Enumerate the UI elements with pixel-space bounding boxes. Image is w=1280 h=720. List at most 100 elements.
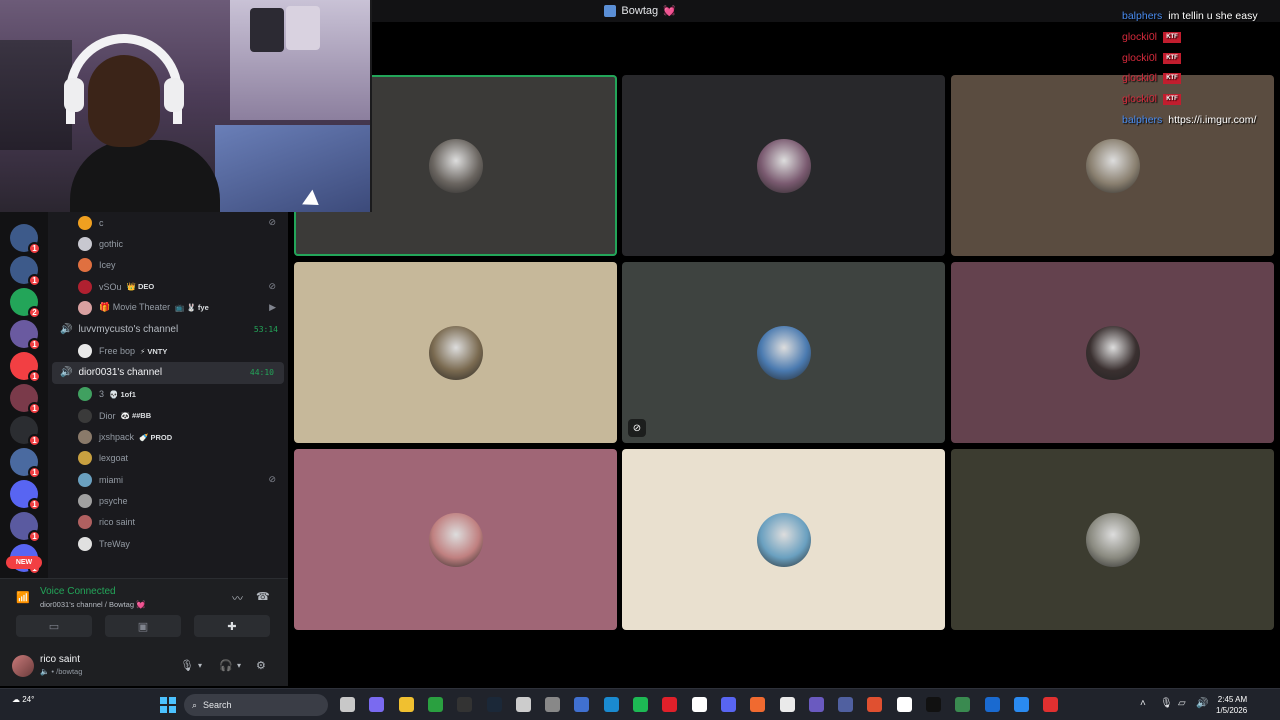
- voice-channel-dior0031[interactable]: 🔊 dior0031's channel 44:10: [52, 361, 284, 384]
- camera-off-icon: ▭: [48, 620, 60, 633]
- roblox-icon[interactable]: [1043, 697, 1059, 712]
- spotify-icon[interactable]: [633, 697, 648, 712]
- channel-name: dior0031's channel: [78, 367, 163, 379]
- avatar: [756, 325, 811, 380]
- chat-message: glocki0l KTF: [1122, 27, 1280, 48]
- settings-gear-icon[interactable]: ⚙: [256, 659, 266, 672]
- list-item[interactable]: psyche: [48, 490, 288, 511]
- list-item[interactable]: rico saint: [48, 512, 288, 533]
- video-tile[interactable]: [294, 449, 617, 630]
- camera-button[interactable]: ▭: [16, 615, 92, 637]
- copilot-icon[interactable]: [369, 697, 385, 712]
- microphone-icon[interactable]: 🎙: [180, 659, 194, 672]
- hooded-server-icon[interactable]: 1: [10, 256, 41, 287]
- user-name[interactable]: rico saint: [40, 654, 80, 665]
- photo-server-icon[interactable]: 1: [10, 448, 41, 479]
- wifi-icon[interactable]: ▱: [1178, 698, 1186, 709]
- epic-games-icon[interactable]: [457, 697, 473, 712]
- list-item[interactable]: Free bop ⚡ VNTY: [48, 340, 288, 361]
- fl-studio-icon[interactable]: [867, 697, 883, 712]
- weather-widget[interactable]: ☁ 24°: [12, 695, 34, 704]
- list-item[interactable]: c ⊘: [48, 212, 288, 233]
- list-item[interactable]: Icey: [48, 255, 288, 276]
- notification-badge: 2: [28, 306, 41, 319]
- folder-icon[interactable]: [398, 697, 414, 712]
- voice-channel-luvvmycusto[interactable]: 🔊 luvvmycusto's channel 53:14: [48, 318, 288, 340]
- list-item[interactable]: miami ⊘: [48, 469, 288, 490]
- chrome-icon[interactable]: [779, 697, 795, 712]
- video-tile[interactable]: [951, 262, 1274, 443]
- member-name: TreWay: [99, 538, 130, 549]
- vpn-icon[interactable]: [838, 697, 854, 712]
- noise-suppression-icon[interactable]: 〰: [232, 590, 243, 606]
- video-tile[interactable]: [622, 75, 945, 256]
- member-tag: ⚡ VNTY: [140, 346, 168, 356]
- notification-badge: 1: [28, 370, 41, 383]
- photo-server-icon[interactable]: 1: [10, 512, 41, 543]
- edge-icon[interactable]: [603, 697, 619, 712]
- list-item[interactable]: 🎁 Movie Theater 📺 🐰 fye ▶: [48, 297, 288, 318]
- activities-button[interactable]: ✚: [194, 615, 270, 637]
- notes-icon[interactable]: [808, 697, 824, 712]
- capcut-icon[interactable]: [691, 697, 707, 712]
- shelf-decor: [0, 40, 72, 150]
- photo-server-icon[interactable]: 1: [10, 384, 41, 415]
- video-tile[interactable]: [294, 262, 617, 443]
- list-item[interactable]: jxshpack 🍼 PROD: [48, 426, 288, 447]
- voice-status: Voice Connected: [40, 586, 116, 597]
- avatar[interactable]: [12, 655, 34, 677]
- video-tile[interactable]: [951, 449, 1274, 630]
- video-icon: ▶: [269, 302, 276, 313]
- headset-earcup: [164, 78, 184, 112]
- video-tile[interactable]: ⊘: [622, 262, 945, 443]
- app-icon[interactable]: [984, 697, 1000, 712]
- list-item[interactable]: lexgoat: [48, 448, 288, 469]
- search-input[interactable]: ⌕ Search: [184, 694, 328, 716]
- discord-icon[interactable]: 2: [10, 288, 41, 319]
- discord-icon[interactable]: [720, 697, 736, 712]
- vscode-icon[interactable]: [574, 697, 590, 712]
- start-button[interactable]: [160, 697, 176, 713]
- disconnect-icon[interactable]: ☎: [256, 590, 270, 603]
- discord-icon[interactable]: 1: [10, 480, 41, 511]
- settings-icon[interactable]: [545, 697, 561, 712]
- volume-icon[interactable]: 🔊: [1196, 698, 1208, 709]
- heart-emoji: 💓: [663, 5, 676, 17]
- discord-icon[interactable]: 1: [10, 352, 41, 383]
- tiktok-icon[interactable]: [926, 697, 941, 712]
- game-icon[interactable]: [955, 697, 971, 712]
- notification-badge: 1: [28, 498, 41, 511]
- capcut-pro-icon[interactable]: [896, 697, 912, 712]
- xbox-icon[interactable]: [427, 697, 443, 712]
- messenger-icon[interactable]: [750, 697, 766, 712]
- headset-earcup: [64, 78, 84, 112]
- channel-list: c ⊘ gothic Icey vSOu 👑 DEO ⊘ 🎁 Movie Theater 📺 🐰…: [48, 212, 288, 578]
- list-item[interactable]: Dior 🐼 ##BB: [48, 405, 288, 426]
- chevron-down-icon[interactable]: ▾: [198, 661, 202, 670]
- edge-dev-icon[interactable]: [1013, 697, 1029, 712]
- microphone-icon[interactable]: 🎙: [1160, 698, 1173, 709]
- add-server-icon[interactable]: 1: [10, 416, 41, 447]
- list-item[interactable]: 3 💀 1of1: [48, 384, 288, 405]
- chevron-up-icon[interactable]: ˄: [1140, 698, 1146, 709]
- screenshare-button[interactable]: ▣: [105, 615, 181, 637]
- anime-server-icon[interactable]: 1: [10, 320, 41, 351]
- list-item[interactable]: gothic: [48, 233, 288, 254]
- hooded-server-icon[interactable]: 1: [10, 224, 41, 255]
- file-explorer-icon[interactable]: [340, 697, 355, 712]
- voice-location[interactable]: dior0031's channel / Bowtag 💓: [40, 600, 145, 609]
- notification-badge: 1: [28, 402, 41, 415]
- emote-icon: KTF: [1163, 73, 1182, 85]
- chatgpt-icon[interactable]: [515, 697, 531, 712]
- chevron-down-icon[interactable]: ▾: [237, 661, 241, 670]
- avatar: [78, 387, 92, 402]
- headphones-icon[interactable]: 🎧: [219, 659, 233, 672]
- opera-icon[interactable]: [662, 697, 678, 712]
- clock[interactable]: 2:45 AM 1/5/2026: [1216, 694, 1247, 716]
- steam-icon[interactable]: [486, 697, 502, 712]
- list-item[interactable]: TreWay: [48, 533, 288, 554]
- list-item[interactable]: vSOu 👑 DEO ⊘: [48, 276, 288, 297]
- avatar: [756, 138, 811, 193]
- video-tile[interactable]: [622, 449, 945, 630]
- avatar: [78, 236, 92, 251]
